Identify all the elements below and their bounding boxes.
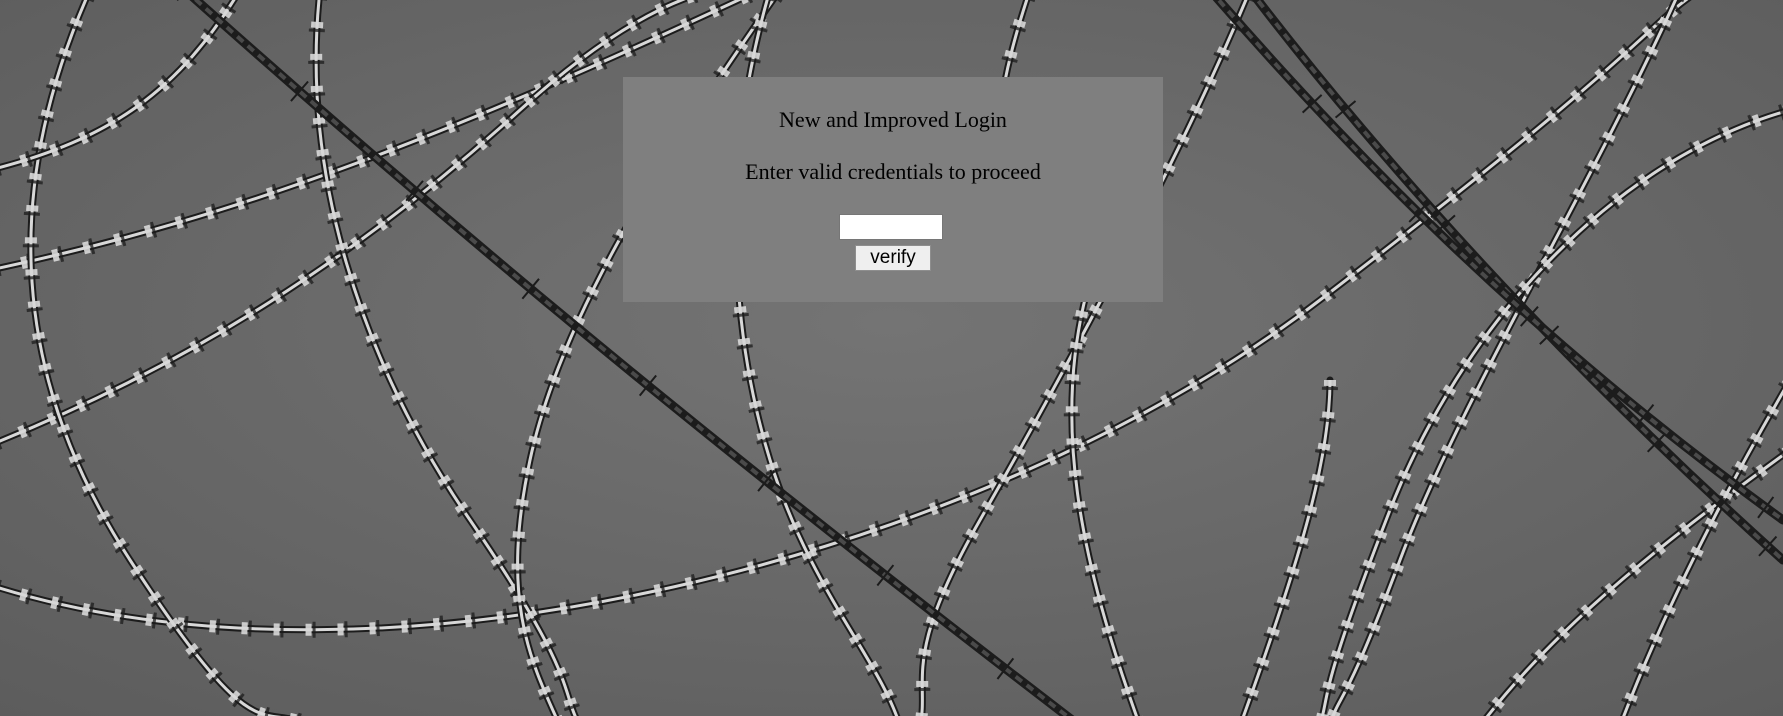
verify-button[interactable]: verify [855, 245, 931, 271]
login-instructions: Enter valid credentials to proceed [745, 159, 1041, 184]
credential-input[interactable] [839, 214, 943, 240]
login-title: New and Improved Login [779, 107, 1007, 132]
login-panel: New and Improved Login Enter valid crede… [623, 77, 1163, 302]
